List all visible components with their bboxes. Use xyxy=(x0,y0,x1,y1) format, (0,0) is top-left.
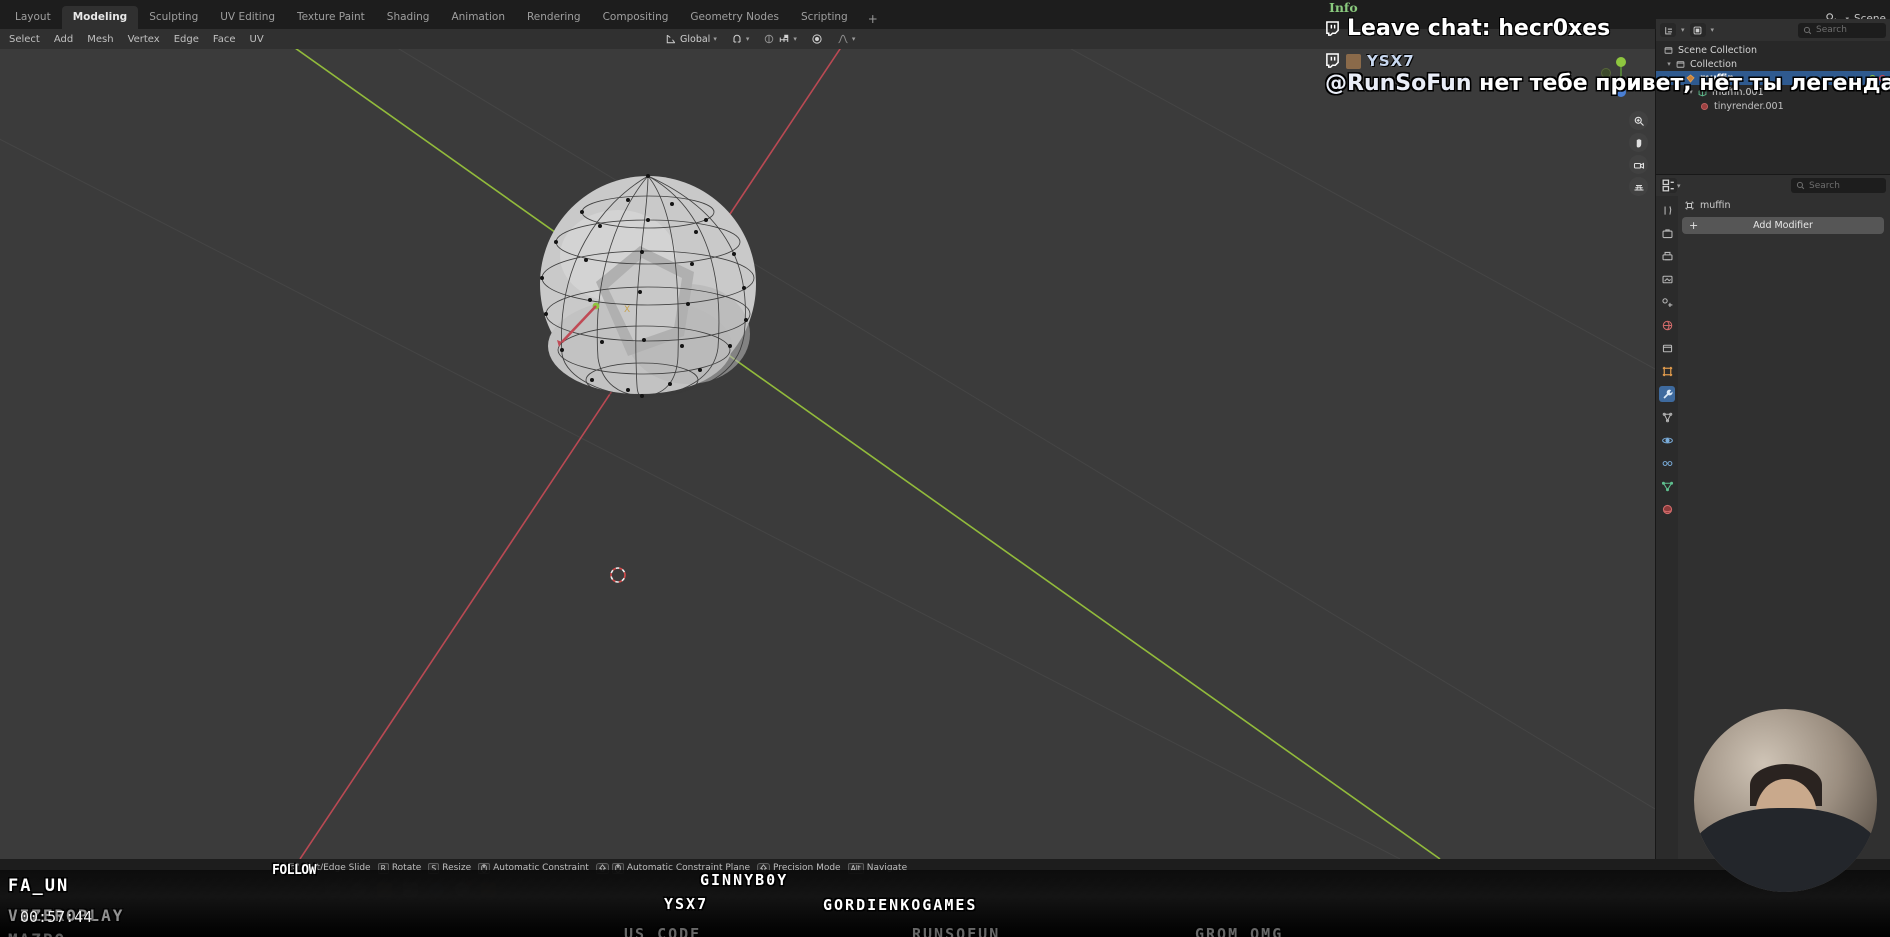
info-editor-label: Info xyxy=(1329,0,1358,15)
workspace-tabs[interactable]: Layout Modeling Sculpting UV Editing Tex… xyxy=(4,4,887,29)
viewport-menu-select[interactable]: Select xyxy=(2,32,47,47)
transform-orientation-dropdown[interactable]: Global ▾ xyxy=(660,31,722,47)
falloff-dropdown[interactable]: ▾ xyxy=(832,31,861,47)
hand-icon[interactable] xyxy=(1629,133,1648,152)
tab-sculpting[interactable]: Sculpting xyxy=(138,6,209,29)
chat-message-text: @RunSoFun нет тебе привет, нет ты легенд… xyxy=(1325,71,1890,96)
properties-breadcrumb-label: muffin xyxy=(1700,199,1731,211)
object-square-icon xyxy=(1685,201,1694,209)
physics-tab[interactable] xyxy=(1659,432,1675,448)
tab-compositing[interactable]: Compositing xyxy=(592,6,680,29)
snap-target-dropdown[interactable]: ▾ xyxy=(758,31,802,47)
chat-message-body: нет тебе привет, нет ты легенда xyxy=(1479,71,1890,96)
leaderboard-name: MAZPO xyxy=(8,930,66,937)
proportional-editing-toggle[interactable] xyxy=(806,31,828,47)
render-tab[interactable] xyxy=(1659,225,1675,241)
leaderboard-name: GORDIENKOGAMES xyxy=(823,896,978,914)
viewport-nav-buttons[interactable] xyxy=(1629,111,1648,196)
leaderboard-name: US_CODE xyxy=(624,925,702,937)
view-layer-tab[interactable] xyxy=(1659,271,1675,287)
twitch-icon xyxy=(1326,53,1339,68)
leave-chat-row: Leave chat: hecr0xes xyxy=(1325,16,1890,41)
snap-toggle[interactable]: ▾ xyxy=(726,31,755,47)
properties-header: ▾ Search xyxy=(1656,175,1890,196)
outliner-label: tinyrender.001 xyxy=(1714,100,1784,112)
modifier-tab[interactable] xyxy=(1659,386,1675,402)
world-tab[interactable] xyxy=(1659,317,1675,333)
collection-tab[interactable] xyxy=(1659,340,1675,356)
chevron-down-icon: ▾ xyxy=(793,35,797,43)
snap-grid-icon xyxy=(778,33,790,45)
leaderboard-name: YSX7 xyxy=(664,895,709,913)
properties-search-placeholder: Search xyxy=(1809,180,1840,191)
viewport-grid-and-mesh: X xyxy=(0,49,1655,859)
tab-animation[interactable]: Animation xyxy=(440,6,516,29)
webcam-feed xyxy=(1694,709,1877,892)
3d-viewport[interactable]: X xyxy=(0,49,1655,859)
properties-tab-column[interactable] xyxy=(1656,196,1678,859)
tab-shading[interactable]: Shading xyxy=(376,6,441,29)
viewport-menu-add[interactable]: Add xyxy=(47,32,80,47)
chat-mention: @RunSoFun xyxy=(1325,71,1472,96)
add-workspace-button[interactable]: + xyxy=(859,9,887,29)
orientation-axes-icon xyxy=(665,33,677,45)
follow-badge: FOLLOW xyxy=(272,863,316,878)
leaderboard-name: GROM_OMG xyxy=(1195,925,1284,937)
chat-author-name: YSX7 xyxy=(1367,52,1415,70)
properties-search-input[interactable]: Search xyxy=(1791,178,1886,193)
leaderboard-name: GINNYB0Y xyxy=(700,871,789,889)
viewport-menu-face[interactable]: Face xyxy=(206,32,243,47)
transform-orientation-value: Global xyxy=(680,33,711,45)
chat-author-row: YSX7 xyxy=(1325,52,1890,70)
avatar xyxy=(1346,53,1361,69)
add-modifier-button[interactable]: + Add Modifier xyxy=(1682,217,1884,234)
falloff-curve-icon xyxy=(837,33,849,45)
material-tab[interactable] xyxy=(1659,501,1675,517)
blender-window: Layout Modeling Sculpting UV Editing Tex… xyxy=(0,0,1890,937)
leave-chat-text: Leave chat: hecr0xes xyxy=(1347,16,1611,41)
output-tab[interactable] xyxy=(1659,248,1675,264)
svg-text:X: X xyxy=(624,305,630,315)
chevron-down-icon: ▾ xyxy=(713,35,717,43)
chevron-down-icon[interactable]: ▾ xyxy=(1677,182,1681,190)
tool-tab[interactable] xyxy=(1659,202,1675,218)
grid-perspective-icon[interactable] xyxy=(1629,177,1648,196)
3d-cursor-icon xyxy=(610,567,626,583)
tab-geometry-nodes[interactable]: Geometry Nodes xyxy=(679,6,790,29)
tab-uv-editing[interactable]: UV Editing xyxy=(209,6,286,29)
material-icon xyxy=(1698,101,1711,112)
chevron-down-icon: ▾ xyxy=(851,35,856,43)
add-modifier-label: Add Modifier xyxy=(1753,220,1813,231)
properties-editor-icon[interactable] xyxy=(1660,178,1677,193)
tab-modeling[interactable]: Modeling xyxy=(61,6,139,29)
viewport-menu-vertex[interactable]: Vertex xyxy=(121,32,167,47)
tab-scripting[interactable]: Scripting xyxy=(790,6,859,29)
chevron-down-icon: ▾ xyxy=(745,35,750,43)
leaderboard-name: RUNSOFUN xyxy=(912,925,1001,937)
viewport-menu-edge[interactable]: Edge xyxy=(167,32,206,47)
scene-tab[interactable] xyxy=(1659,294,1675,310)
viewport-menu-uv[interactable]: UV xyxy=(243,32,271,47)
data-tab[interactable] xyxy=(1659,478,1675,494)
zoom-icon[interactable] xyxy=(1629,111,1648,130)
twitch-chat-overlay: Info Leave chat: hecr0xes YSX7 @RunSoFun… xyxy=(1325,0,1890,96)
object-tab[interactable] xyxy=(1659,363,1675,379)
constraints-tab[interactable] xyxy=(1659,455,1675,471)
leaderboard-name: FA_UN xyxy=(8,876,70,896)
search-icon xyxy=(1796,181,1805,190)
tab-rendering[interactable]: Rendering xyxy=(516,6,592,29)
proportional-dot-icon xyxy=(811,33,823,45)
particles-tab[interactable] xyxy=(1659,409,1675,425)
magnet-icon xyxy=(731,33,743,45)
outliner-row-material[interactable]: tinyrender.001 xyxy=(1656,99,1890,113)
snap-increment-icon xyxy=(763,33,775,45)
properties-breadcrumb[interactable]: muffin xyxy=(1678,196,1890,214)
tab-texture-paint[interactable]: Texture Paint xyxy=(286,6,376,29)
tab-layout[interactable]: Layout xyxy=(4,6,62,29)
webcam-hoodie xyxy=(1694,807,1877,892)
twitch-icon xyxy=(1326,20,1339,36)
viewport-menu-mesh[interactable]: Mesh xyxy=(80,32,120,47)
stream-timer: 00:57:44 xyxy=(20,908,93,926)
camera-icon[interactable] xyxy=(1629,155,1648,174)
